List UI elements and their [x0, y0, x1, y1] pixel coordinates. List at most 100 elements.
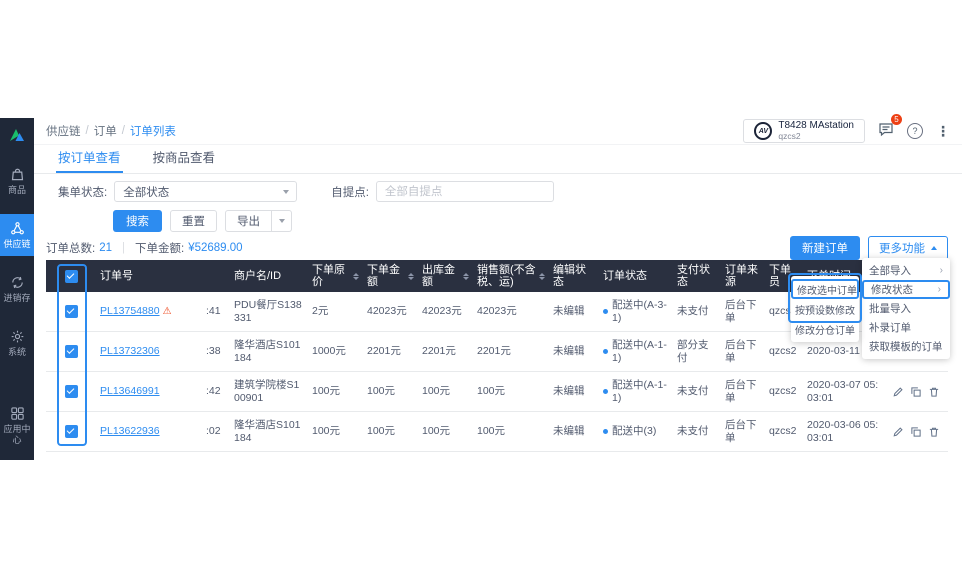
order-no-cell: PL13754880⚠ [96, 305, 204, 318]
reset-button[interactable]: 重置 [170, 210, 217, 232]
menu-item[interactable]: 批量导入 [862, 299, 950, 318]
column-header: 订单状态 [599, 260, 673, 292]
select-all-header [46, 260, 96, 292]
menu-item[interactable]: 获取模板的订单 [862, 337, 950, 356]
pickup-input[interactable] [376, 181, 554, 202]
breadcrumb-separator: / [122, 125, 125, 137]
status-select[interactable]: 全部状态 [114, 181, 297, 202]
order-link[interactable]: PL13732306 [100, 345, 160, 358]
export-button[interactable]: 导出 [225, 210, 272, 232]
actions-cell [885, 426, 948, 438]
sidebar-item-goods[interactable]: 商品 [0, 160, 34, 202]
caret-up-icon [931, 246, 937, 250]
delete-icon[interactable] [928, 426, 940, 438]
clerk-cell: qzcs2 [765, 345, 803, 358]
tab-bar: 按订单查看按商品查看 [34, 145, 962, 174]
column-header[interactable]: 出库金额 [418, 260, 473, 292]
clerk-cell: qzcs2 [765, 385, 803, 398]
sort-icon[interactable] [353, 273, 359, 280]
app-logo[interactable] [8, 126, 26, 144]
column-header: 商户名/ID [230, 260, 308, 292]
help-button[interactable]: ? [907, 123, 923, 139]
order-no-cell: PL13622936 [96, 425, 204, 438]
delete-icon[interactable] [928, 386, 940, 398]
account-name: T8428 MAstation [778, 121, 854, 131]
edit-icon[interactable] [892, 386, 904, 398]
source-cell: 后台下单 [721, 419, 765, 445]
caret-down-icon [283, 190, 289, 194]
row-checkbox[interactable] [65, 305, 78, 318]
order-amount-cell: 100元 [363, 385, 418, 398]
order-time-cell: 2020-03-06 05:03:01 [803, 419, 885, 445]
notification-badge: 5 [891, 114, 902, 125]
sort-icon[interactable] [463, 273, 469, 280]
column-header[interactable]: 下单金额 [363, 260, 418, 292]
order-amount-label: 下单金额: [135, 240, 184, 256]
order-count-label: 订单总数: [46, 240, 95, 256]
merchant-cell: PDU餐厅S138331 [230, 299, 308, 325]
row-select-cell [46, 425, 96, 438]
order-link[interactable]: PL13754880 [100, 305, 160, 318]
menu-item[interactable]: 全部导入› [862, 261, 950, 280]
submenu-arrow-icon: › [940, 265, 943, 276]
stats-divider: | [122, 242, 125, 254]
row-select-cell [46, 305, 96, 318]
time-frag-cell: :38 [204, 345, 230, 358]
sidebar-item-app-center[interactable]: 应用中心 [0, 399, 34, 452]
menu-item[interactable]: 修改状态› [862, 280, 950, 299]
menu-item[interactable]: 按预设数修改 [791, 299, 859, 319]
sort-icon[interactable] [408, 273, 414, 280]
export-dropdown-button[interactable] [272, 210, 292, 232]
breadcrumb-item[interactable]: 供应链 [46, 123, 81, 139]
topbar-right: AV T8428 MAstation qzcs2 5 ? ⋮ [743, 119, 950, 143]
order-link[interactable]: PL13646991 [100, 385, 160, 398]
column-header[interactable]: 销售额(不含税、运) [473, 260, 549, 292]
message-icon [878, 121, 894, 142]
new-order-button[interactable]: 新建订单 [790, 236, 860, 260]
source-cell: 后台下单 [721, 379, 765, 405]
menu-item[interactable]: 补录订单 [862, 318, 950, 337]
sidebar-item-label: 系统 [8, 347, 26, 358]
row-checkbox[interactable] [65, 385, 78, 398]
row-checkbox[interactable] [65, 345, 78, 358]
vertical-dots-icon: ⋮ [936, 123, 950, 140]
copy-icon[interactable] [910, 386, 922, 398]
sidebar-item-supply-chain[interactable]: 供应链 [0, 214, 34, 256]
order-link[interactable]: PL13622936 [100, 425, 160, 438]
messages-button[interactable]: 5 [878, 121, 894, 142]
select-all-checkbox[interactable] [65, 270, 78, 283]
menu-item[interactable]: 修改选中订单 [791, 279, 859, 299]
clerk-cell: qzcs2 [765, 425, 803, 438]
tab-by-product[interactable]: 按商品查看 [151, 142, 218, 173]
overflow-menu-button[interactable]: ⋮ [936, 123, 950, 140]
edit-status-cell: 未编辑 [549, 305, 599, 318]
sort-icon[interactable] [539, 273, 545, 280]
order-stats: 订单总数: 21 | 下单金额: ¥52689.00 [46, 240, 243, 256]
status-filter-label: 集单状态: [58, 184, 107, 200]
account-chip[interactable]: AV T8428 MAstation qzcs2 [743, 119, 865, 143]
breadcrumb-item[interactable]: 订单列表 [130, 123, 176, 139]
column-header: 支付状态 [673, 260, 721, 292]
grid-icon [10, 405, 25, 421]
tab-by-order[interactable]: 按订单查看 [56, 142, 123, 173]
menu-item[interactable]: 修改分仓订单 [791, 319, 859, 339]
copy-icon[interactable] [910, 426, 922, 438]
pay-status-cell: 部分支付 [673, 339, 721, 365]
column-header: 订单来源 [721, 260, 765, 292]
edit-icon[interactable] [892, 426, 904, 438]
column-header[interactable]: 下单原价 [308, 260, 363, 292]
more-functions-button[interactable]: 更多功能 [868, 236, 948, 260]
sidebar-item-label: 进销存 [3, 293, 30, 304]
breadcrumb-item[interactable]: 订单 [94, 123, 117, 139]
search-button[interactable]: 搜索 [113, 210, 162, 232]
outbound-amount-cell: 42023元 [418, 305, 473, 318]
sidebar: 商品 供应链 进销存 系统 应用中心 [0, 118, 34, 460]
account-subname: qzcs2 [778, 131, 854, 141]
merchant-cell: 建筑学院楼S100901 [230, 379, 308, 405]
row-checkbox[interactable] [65, 425, 78, 438]
sidebar-item-system[interactable]: 系统 [0, 322, 34, 364]
sidebar-item-inventory[interactable]: 进销存 [0, 268, 34, 310]
outbound-amount-cell: 100元 [418, 385, 473, 398]
source-cell: 后台下单 [721, 339, 765, 365]
sales-amount-cell: 100元 [473, 425, 549, 438]
